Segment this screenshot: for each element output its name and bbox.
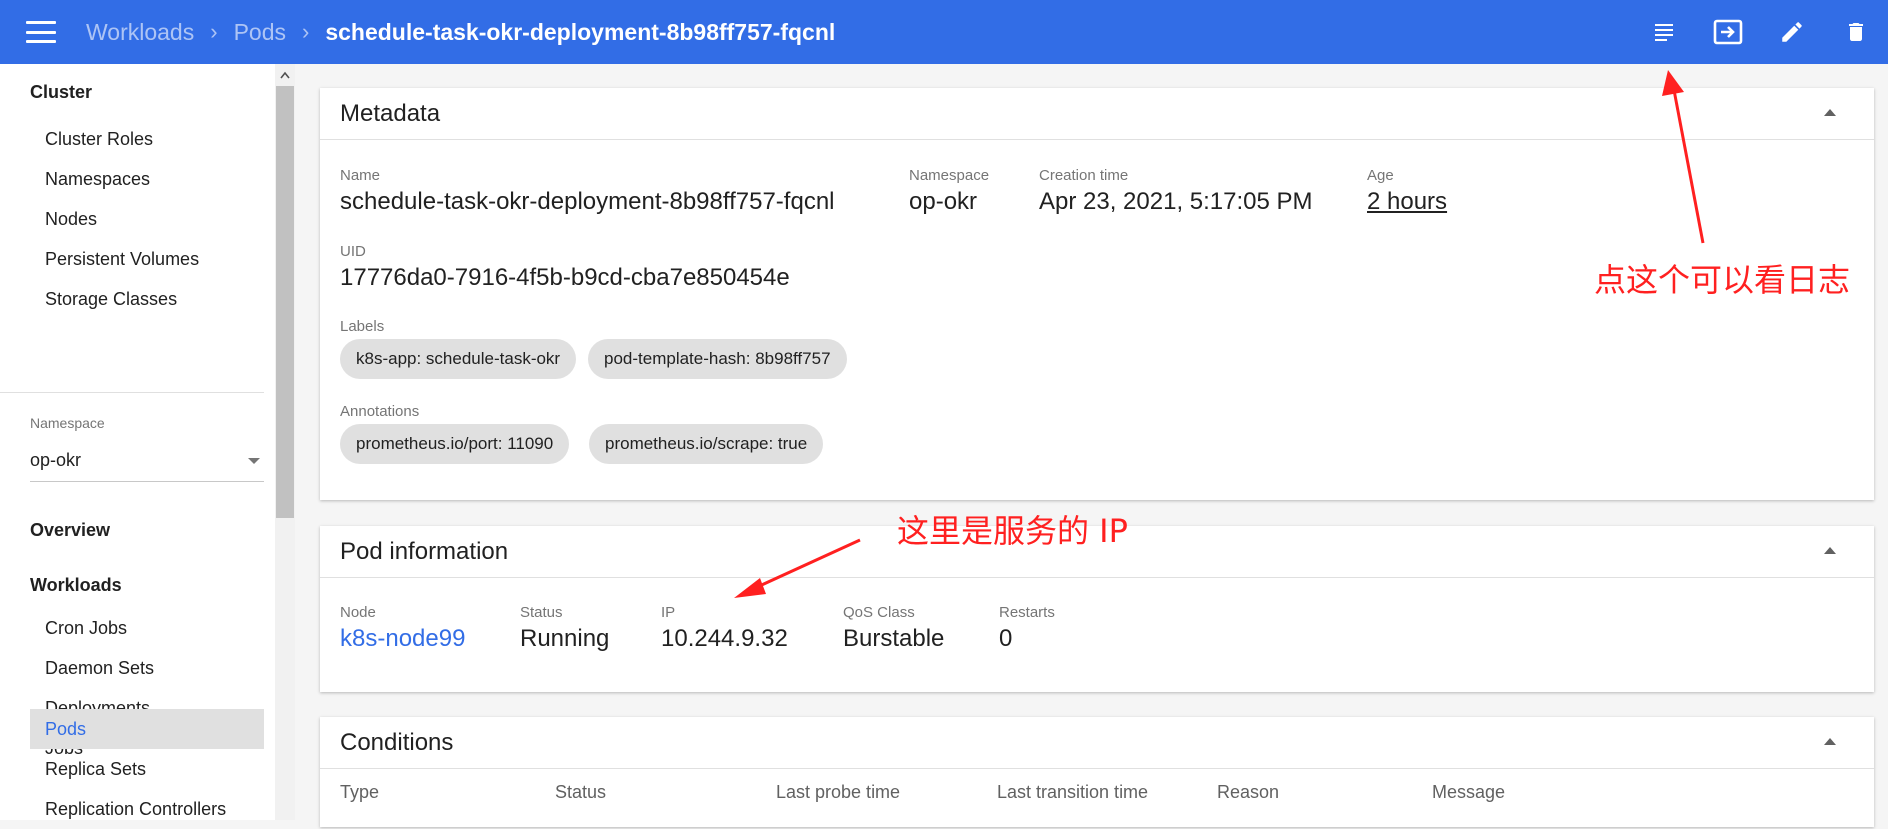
ip-annotation-note: 这里是服务的 IP [897, 512, 1128, 550]
restarts-value: 0 [999, 625, 1013, 652]
sidebar-item-cluster-roles[interactable]: Cluster Roles [30, 119, 264, 159]
column-header-reason[interactable]: Reason [1217, 782, 1279, 803]
dropdown-arrow-icon [248, 458, 260, 464]
sidebar-item-replica-sets[interactable]: Replica Sets [30, 749, 264, 789]
sidebar-item-pods[interactable]: Pods [30, 709, 264, 749]
uid-label: UID [340, 243, 366, 260]
node-label: Node [340, 604, 376, 621]
namespace-field-value: op-okr [909, 188, 978, 215]
collapse-icon[interactable] [1824, 109, 1836, 116]
metadata-title: Metadata [340, 100, 441, 127]
metadata-card-header: Metadata [320, 88, 1874, 140]
age-label: Age [1367, 167, 1394, 184]
top-toolbar: Workloads › Pods › schedule-task-okr-dep… [0, 0, 1888, 64]
sidebar-heading-workloads[interactable]: Workloads [30, 575, 122, 596]
action-bar [1632, 0, 1888, 64]
label-chip: k8s-app: schedule-task-okr [340, 339, 577, 379]
annotations-label: Annotations [340, 403, 420, 420]
sidebar-item-cron-jobs[interactable]: Cron Jobs [30, 608, 264, 648]
name-value: schedule-task-okr-deployment-8b98ff757-f… [340, 188, 835, 215]
breadcrumb-pods[interactable]: Pods [234, 19, 286, 46]
qos-class-label: QoS Class [843, 604, 915, 621]
uid-value: 17776da0-7916-4f5b-b9cd-cba7e850454e [340, 264, 790, 291]
sidebar: Cluster Cluster Roles Namespaces Nodes P… [0, 64, 295, 820]
breadcrumb-separator-icon: › [302, 19, 310, 44]
breadcrumb-workloads[interactable]: Workloads [86, 19, 194, 46]
column-header-status[interactable]: Status [555, 782, 606, 803]
sidebar-item-replication-controllers[interactable]: Replication Controllers [30, 789, 264, 829]
delete-icon[interactable] [1824, 0, 1888, 64]
namespace-select[interactable]: op-okr [30, 450, 264, 482]
sidebar-item-persistent-volumes[interactable]: Persistent Volumes [30, 239, 264, 279]
collapse-icon[interactable] [1824, 547, 1836, 554]
page-title: schedule-task-okr-deployment-8b98ff757-f… [325, 18, 836, 45]
sidebar-item-namespaces[interactable]: Namespaces [30, 159, 264, 199]
sidebar-item-overview[interactable]: Overview [30, 520, 110, 541]
column-header-type[interactable]: Type [340, 782, 379, 803]
annotation-chip: prometheus.io/scrape: true [589, 424, 824, 464]
restarts-label: Restarts [999, 604, 1055, 621]
annotation-chip: prometheus.io/port: 11090 [340, 424, 570, 464]
scroll-up-icon[interactable] [276, 66, 294, 84]
namespace-label: Namespace [30, 415, 105, 431]
column-header-last-transition-time[interactable]: Last transition time [997, 782, 1148, 803]
conditions-title: Conditions [340, 729, 454, 756]
namespace-field-label: Namespace [909, 167, 990, 184]
qos-class-value: Burstable [843, 625, 945, 652]
ip-value: 10.244.9.32 [661, 625, 788, 652]
labels-label: Labels [340, 318, 385, 335]
creation-time-value: Apr 23, 2021, 5:17:05 PM [1039, 188, 1313, 215]
sidebar-item-nodes[interactable]: Nodes [30, 199, 264, 239]
pod-information-title: Pod information [340, 538, 509, 565]
label-chip: pod-template-hash: 8b98ff757 [588, 339, 847, 379]
column-header-last-probe-time[interactable]: Last probe time [776, 782, 900, 803]
node-link[interactable]: k8s-node99 [340, 625, 465, 653]
conditions-card: Conditions [320, 717, 1874, 827]
creation-time-label: Creation time [1039, 167, 1129, 184]
column-header-message[interactable]: Message [1432, 782, 1505, 803]
conditions-header: Conditions [320, 717, 1874, 769]
sidebar-divider [0, 392, 264, 393]
status-value: Running [520, 625, 610, 652]
menu-icon[interactable] [26, 21, 56, 43]
breadcrumb-separator-icon: › [210, 19, 218, 44]
breadcrumb: Workloads › Pods › schedule-task-okr-dep… [86, 19, 835, 46]
status-label: Status [520, 604, 563, 621]
exec-icon[interactable] [1696, 0, 1760, 64]
sidebar-item-daemon-sets[interactable]: Daemon Sets [30, 648, 264, 688]
sidebar-scrollbar-thumb[interactable] [276, 86, 294, 518]
sidebar-heading-cluster[interactable]: Cluster [30, 82, 92, 103]
edit-icon[interactable] [1760, 0, 1824, 64]
collapse-icon[interactable] [1824, 738, 1836, 745]
sidebar-item-storage-classes[interactable]: Storage Classes [30, 279, 264, 319]
namespace-value: op-okr [30, 450, 82, 470]
logs-annotation-note: 点这个可以看日志 [1594, 261, 1851, 299]
age-value[interactable]: 2 hours [1367, 188, 1447, 216]
ip-label: IP [661, 604, 676, 621]
name-label: Name [340, 167, 381, 184]
logs-icon[interactable] [1632, 0, 1696, 64]
